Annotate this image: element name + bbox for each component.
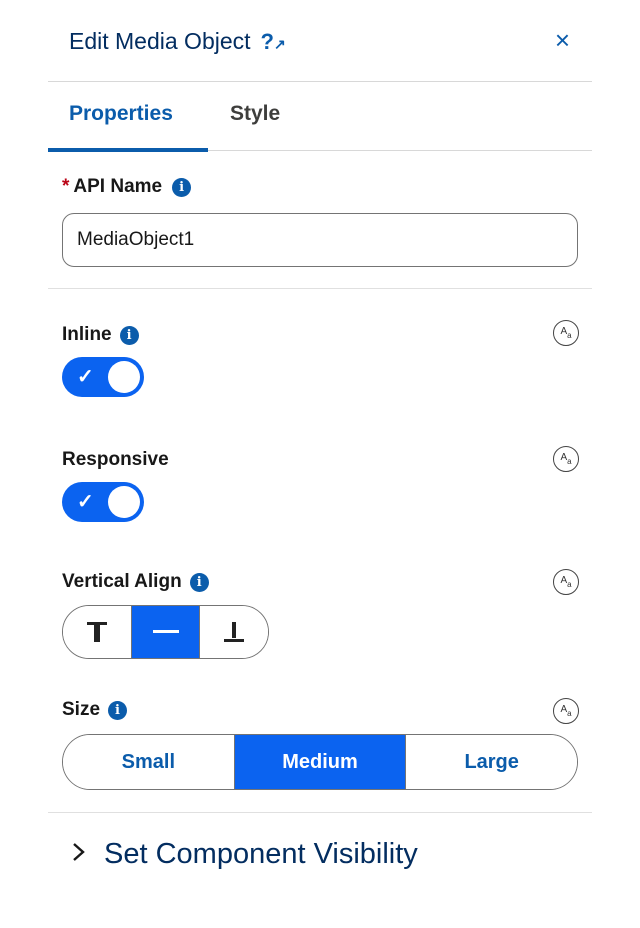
tab-properties[interactable]: Properties [69, 102, 173, 126]
check-icon: ✓ [77, 491, 94, 513]
close-icon[interactable]: × [555, 27, 570, 53]
size-label: Size i [62, 699, 128, 721]
size-label-text: Size [62, 699, 101, 720]
active-tab-indicator [48, 148, 208, 152]
tab-bar: Properties Style [48, 82, 592, 152]
align-bottom-icon [224, 622, 245, 642]
align-center-icon [152, 630, 179, 633]
align-bottom-button[interactable] [200, 606, 268, 658]
toggle-knob [108, 486, 140, 518]
chevron-right-icon [72, 839, 86, 870]
responsive-label-text: Responsive [62, 449, 169, 470]
section-divider [48, 812, 592, 813]
inline-toggle[interactable]: ✓ [62, 357, 144, 397]
info-icon[interactable]: i [189, 572, 209, 592]
panel-title: Edit Media Object ?↗ [69, 28, 286, 55]
inline-label-text: Inline [62, 324, 112, 345]
required-marker: * [62, 176, 70, 197]
component-visibility-section[interactable]: Set Component Visibility [72, 838, 418, 871]
panel-title-text: Edit Media Object [69, 28, 251, 54]
api-name-input[interactable] [62, 213, 578, 267]
check-icon: ✓ [77, 366, 94, 388]
inline-label: Inline i [62, 324, 139, 346]
responsive-label: Responsive [62, 449, 169, 471]
vertical-align-label: Vertical Align i [62, 571, 209, 593]
info-icon[interactable]: i [119, 325, 139, 345]
toggle-knob [108, 361, 140, 393]
size-small-button[interactable]: Small [63, 735, 235, 789]
size-button-group: Small Medium Large [62, 734, 578, 790]
text-style-icon[interactable]: Aa [553, 320, 579, 346]
tab-style[interactable]: Style [230, 102, 280, 126]
size-medium-button[interactable]: Medium [234, 735, 407, 789]
info-icon[interactable]: i [108, 700, 128, 720]
api-name-label: * API Name i [62, 176, 192, 198]
component-visibility-label: Set Component Visibility [104, 838, 418, 870]
align-top-icon [86, 622, 107, 642]
align-top-button[interactable] [63, 606, 132, 658]
text-style-icon[interactable]: Aa [553, 569, 579, 595]
vertical-align-group [62, 605, 269, 659]
text-style-icon[interactable]: Aa [553, 446, 579, 472]
api-name-label-text: API Name [73, 176, 163, 197]
align-center-button[interactable] [131, 606, 201, 658]
panel-header: Edit Media Object ?↗ × [48, 0, 592, 82]
responsive-toggle[interactable]: ✓ [62, 482, 144, 522]
size-large-button[interactable]: Large [406, 735, 577, 789]
info-icon[interactable]: i [172, 177, 192, 197]
help-icon[interactable]: ?↗ [261, 29, 286, 55]
vertical-align-label-text: Vertical Align [62, 571, 182, 592]
section-divider [48, 288, 592, 289]
text-style-icon[interactable]: Aa [553, 698, 579, 724]
